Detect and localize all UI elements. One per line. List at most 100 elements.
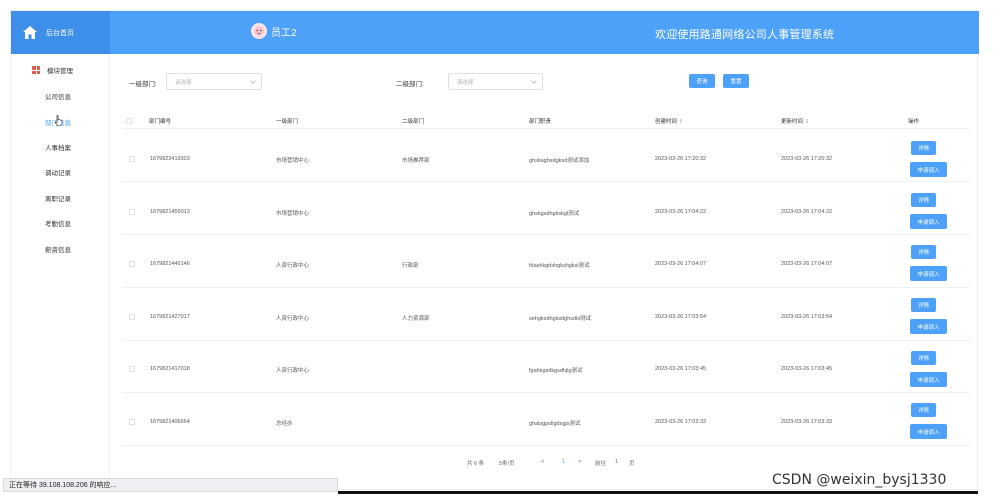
detail-button[interactable]: 详情 — [911, 141, 936, 155]
next-page-button[interactable]: > — [578, 459, 581, 465]
page-suffix: 页 — [629, 461, 635, 467]
detail-button[interactable]: 详情 — [911, 298, 936, 312]
cell-updated: 2023-03-26 17:03:54 — [781, 314, 833, 320]
col-header-id: 部门编号 — [149, 119, 172, 125]
detail-button[interactable]: 详情 — [911, 351, 936, 365]
detail-button[interactable]: 详情 — [911, 403, 936, 417]
bottom-edge-bar — [338, 491, 978, 494]
apply-transfer-button[interactable]: 申请调入 — [910, 319, 947, 334]
row-checkbox[interactable] — [129, 419, 135, 425]
dept1-label: 一级部门: — [129, 81, 157, 88]
sort-icon: ⇕ — [804, 119, 810, 125]
top-bar: 后台首页 员工2 欢迎使用路通网络公司人事管理系统 — [11, 11, 979, 54]
header-divider — [121, 128, 971, 129]
cell-updated: 2023-03-26 17:03:33 — [781, 419, 833, 425]
status-text: 正在等待 39.108.108.206 的响应... — [9, 482, 117, 489]
cell-duty: fgahkgsdkgsdhjlg测试 — [529, 368, 583, 374]
prev-page-button[interactable]: < — [541, 459, 544, 465]
cell-updated: 2023-03-26 17:03:45 — [781, 366, 833, 372]
col-header-updated-label: 更新时间 — [781, 119, 804, 125]
user-menu[interactable]: 员工2 — [251, 23, 297, 39]
row-divider — [121, 445, 971, 446]
sidebar-item-attendance[interactable]: 考勤信息 — [45, 218, 71, 228]
sidebar-item-company[interactable]: 公司信息 — [45, 91, 71, 101]
row-divider — [121, 287, 971, 288]
row-divider — [121, 340, 971, 341]
dept2-label: 二级部门: — [396, 81, 424, 88]
home-icon — [23, 26, 37, 39]
cell-dept1: 人资行政中心 — [276, 263, 310, 269]
pagination-total: 共 6 条 — [467, 461, 485, 467]
page-size-select[interactable]: 5条/页 — [499, 459, 515, 467]
row-checkbox[interactable] — [129, 366, 135, 372]
select-all-checkbox[interactable] — [126, 118, 132, 124]
cell-updated: 2023-03-26 17:04:22 — [781, 209, 833, 215]
row-divider — [121, 234, 971, 235]
apply-transfer-button[interactable]: 申请调入 — [910, 162, 947, 177]
dept1-placeholder: 请选择 — [175, 79, 192, 86]
cell-created: 2023-03-26 17:20:32 — [655, 156, 707, 162]
sidebar-item-resignation[interactable]: 离职记录 — [45, 193, 71, 203]
avatar — [251, 23, 267, 39]
cell-dept1: 人资行政中心 — [276, 368, 310, 374]
cell-dept1: 市场营销中心 — [276, 158, 310, 164]
row-checkbox[interactable] — [129, 314, 135, 320]
apply-transfer-button[interactable]: 申请调入 — [910, 214, 947, 229]
apply-transfer-button[interactable]: 申请调入 — [910, 372, 947, 387]
page-number-current[interactable]: 1 — [562, 459, 565, 465]
cell-id: 1679821440146 — [150, 261, 190, 267]
dept1-select[interactable]: 请选择 — [166, 73, 262, 90]
col-header-actions: 操作 — [908, 119, 920, 125]
col-header-created[interactable]: 创建时间 ⇕ — [655, 117, 683, 125]
avatar-icon — [254, 26, 264, 36]
apply-transfer-button[interactable]: 申请调入 — [910, 424, 947, 439]
cell-created: 2023-03-26 17:04:22 — [655, 209, 707, 215]
sidebar-item-personnel[interactable]: 人事档案 — [45, 142, 71, 152]
reset-button[interactable]: 重置 — [723, 74, 749, 88]
cell-created: 2023-03-26 17:04:07 — [655, 261, 707, 267]
cell-updated: 2023-03-26 17:20:32 — [781, 156, 833, 162]
goto-label: 前往 — [595, 461, 607, 467]
col-header-created-label: 创建时间 — [655, 119, 678, 125]
hand-cursor-icon — [54, 115, 63, 126]
user-name: 员工2 — [271, 27, 297, 39]
row-checkbox[interactable] — [129, 156, 135, 162]
dept2-select[interactable]: 请选择 — [448, 73, 543, 90]
app-frame: 后台首页 员工2 欢迎使用路通网络公司人事管理系统 模块管理 公司信息 部门信息… — [10, 10, 979, 491]
cell-created: 2023-03-26 17:03:33 — [655, 419, 707, 425]
sort-icon: ⇕ — [678, 119, 684, 125]
cell-id: 1679821406664 — [150, 419, 190, 425]
col-header-updated[interactable]: 更新时间 ⇕ — [781, 117, 809, 125]
row-checkbox[interactable] — [129, 261, 135, 267]
cell-dept2: 人力资源部 — [402, 316, 430, 322]
chevron-down-icon — [531, 78, 537, 84]
home-label: 后台首页 — [46, 29, 74, 37]
cell-id: 1679822419303 — [150, 156, 190, 162]
module-menu-header[interactable]: 模块管理 — [32, 65, 73, 75]
col-header-dept1: 一级部门 — [276, 119, 299, 125]
cell-created: 2023-03-26 17:03:45 — [655, 366, 707, 372]
module-grid-icon — [32, 66, 40, 74]
sidebar-item-salary[interactable]: 薪资信息 — [45, 244, 71, 254]
sidebar-item-transfer[interactable]: 调动记录 — [45, 167, 71, 177]
col-header-dept2: 二级部门 — [402, 119, 425, 125]
cell-duty: sehgksdhgksdghsdkl测试 — [529, 316, 592, 322]
module-menu-title: 模块管理 — [47, 68, 73, 75]
sidebar: 模块管理 公司信息 部门信息 人事档案 调动记录 离职记录 考勤信息 薪资信息 — [11, 54, 110, 491]
cell-dept2: 市场推荐部 — [402, 158, 430, 164]
goto-page-input[interactable]: 1 — [615, 459, 618, 465]
home-link[interactable]: 后台首页 — [11, 11, 110, 54]
col-header-duty: 部门职责 — [529, 119, 552, 125]
detail-button[interactable]: 详情 — [911, 245, 936, 259]
cell-dept1: 总经办 — [276, 421, 293, 427]
row-checkbox[interactable] — [129, 209, 135, 215]
cell-id: 1679821417018 — [150, 366, 190, 372]
query-button[interactable]: 查询 — [689, 74, 715, 88]
cell-id: 1679821427017 — [150, 314, 190, 320]
apply-transfer-button[interactable]: 申请调入 — [910, 266, 947, 281]
cell-duty: ghskaghsdgksd测试添加 — [529, 158, 590, 164]
cell-dept2: 行政部 — [402, 263, 419, 269]
detail-button[interactable]: 详情 — [911, 193, 936, 207]
watermark: CSDN @weixin_bysj1330 — [772, 472, 947, 488]
row-divider — [121, 392, 971, 393]
